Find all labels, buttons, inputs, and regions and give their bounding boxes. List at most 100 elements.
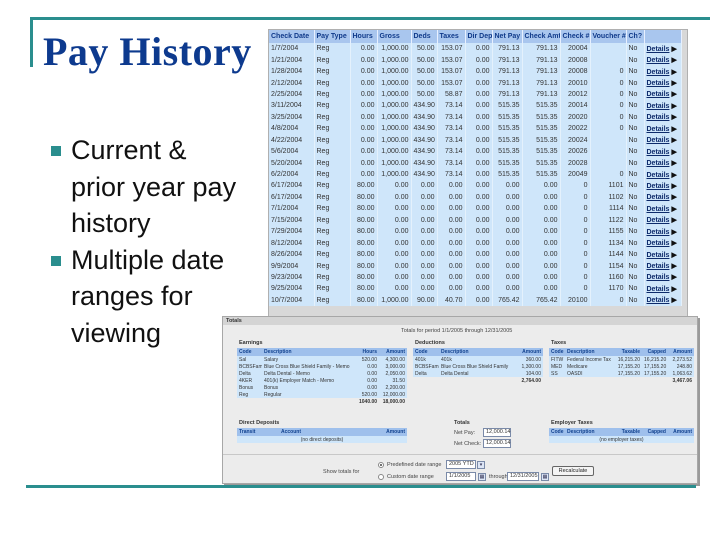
column-header: Code <box>549 428 565 436</box>
details-link[interactable]: Details ▶ <box>644 237 682 249</box>
details-link[interactable]: Details ▶ <box>644 111 682 124</box>
table-cell: 791.13 <box>522 65 561 78</box>
details-link[interactable]: Details ▶ <box>644 168 682 181</box>
table-cell: Reg <box>314 157 351 169</box>
table-cell: 1/7/2004 <box>269 43 315 55</box>
details-link-label[interactable]: Details <box>647 57 670 64</box>
details-link-label[interactable]: Details <box>647 114 670 121</box>
arrow-right-icon[interactable]: ▶ <box>671 148 676 156</box>
details-link[interactable]: Details ▶ <box>644 88 682 101</box>
details-link-label[interactable]: Details <box>647 206 670 213</box>
recalculate-button[interactable]: Recalculate <box>552 466 594 476</box>
details-link[interactable]: Details ▶ <box>644 260 682 272</box>
details-link-label[interactable]: Details <box>647 80 670 87</box>
arrow-right-icon[interactable]: ▶ <box>671 79 676 87</box>
details-link-label[interactable]: Details <box>647 183 670 190</box>
details-link[interactable]: Details ▶ <box>644 123 682 135</box>
arrow-right-icon[interactable]: ▶ <box>671 68 676 76</box>
arrow-right-icon[interactable]: ▶ <box>671 125 676 133</box>
details-link-label[interactable]: Details <box>647 217 670 224</box>
details-link[interactable]: Details ▶ <box>644 203 682 215</box>
earnings-table: Code Description Hours Amount Sal Salary 520.… <box>237 348 407 405</box>
table-cell: 360.00 <box>517 356 543 363</box>
table-cell: 765.42 <box>522 294 561 307</box>
calendar-icon[interactable]: ▦ <box>478 473 486 481</box>
details-link[interactable]: Details ▶ <box>644 134 682 146</box>
arrow-right-icon[interactable]: ▶ <box>671 273 676 281</box>
details-link[interactable]: Details ▶ <box>644 214 682 226</box>
details-link-label[interactable]: Details <box>647 297 670 304</box>
predefined-range-radio[interactable] <box>378 462 384 468</box>
details-link-label[interactable]: Details <box>647 69 670 76</box>
table-cell: 0.00 <box>350 100 378 112</box>
details-link-label[interactable]: Details <box>647 91 670 98</box>
details-link-label[interactable]: Details <box>647 149 670 156</box>
details-link[interactable]: Details ▶ <box>644 191 682 204</box>
details-link-label[interactable]: Details <box>647 274 670 281</box>
table-cell: 0.00 <box>411 180 438 192</box>
net-check-label: Net Check: <box>454 441 482 447</box>
arrow-right-icon[interactable]: ▶ <box>671 102 676 110</box>
predefined-range-select[interactable]: 2005 YTD <box>446 460 476 469</box>
table-cell: No <box>626 168 645 181</box>
table-cell: 0.00 <box>350 88 378 101</box>
arrow-right-icon[interactable]: ▶ <box>671 262 676 270</box>
table-cell: Reg <box>314 77 351 89</box>
details-link-label[interactable]: Details <box>647 172 670 179</box>
table-cell: 4/8/2004 <box>269 123 315 135</box>
details-link-label[interactable]: Details <box>647 160 670 167</box>
details-link-label[interactable]: Details <box>647 229 670 236</box>
table-row: 7/29/2004 Reg 80.00 0.00 0.00 0.00 0.00 0.00 0.0… <box>269 226 682 238</box>
arrow-right-icon[interactable]: ▶ <box>671 205 676 213</box>
calendar-icon[interactable]: ▦ <box>541 473 549 481</box>
arrow-right-icon[interactable]: ▶ <box>671 228 676 236</box>
details-link[interactable]: Details ▶ <box>644 100 682 112</box>
arrow-right-icon[interactable]: ▶ <box>671 113 676 121</box>
custom-range-radio[interactable] <box>378 474 384 480</box>
table-cell: 0 <box>560 203 591 215</box>
details-link[interactable]: Details ▶ <box>644 54 682 66</box>
details-link[interactable]: Details ▶ <box>644 145 682 158</box>
details-link-label[interactable]: Details <box>647 137 670 144</box>
details-link-label[interactable]: Details <box>647 46 670 53</box>
details-link[interactable]: Details ▶ <box>644 43 682 55</box>
details-link-label[interactable]: Details <box>647 194 670 201</box>
arrow-right-icon[interactable]: ▶ <box>671 285 676 293</box>
table-cell: 0.00 <box>350 65 378 78</box>
arrow-right-icon[interactable]: ▶ <box>671 45 676 53</box>
arrow-right-icon[interactable]: ▶ <box>671 90 676 98</box>
details-link-label[interactable]: Details <box>647 126 670 133</box>
from-date-input[interactable]: 1/1/2005 <box>446 472 476 481</box>
arrow-right-icon[interactable]: ▶ <box>671 239 676 247</box>
details-link-label[interactable]: Details <box>647 240 670 247</box>
details-link-label[interactable]: Details <box>647 263 670 270</box>
details-link-label[interactable]: Details <box>647 286 670 293</box>
arrow-right-icon[interactable]: ▶ <box>671 159 676 167</box>
details-link[interactable]: Details ▶ <box>644 294 682 307</box>
arrow-right-icon[interactable]: ▶ <box>671 193 676 201</box>
dropdown-arrow-icon[interactable]: ▾ <box>477 461 485 469</box>
arrow-right-icon[interactable]: ▶ <box>671 136 676 144</box>
details-link-label[interactable]: Details <box>647 252 670 259</box>
table-cell: 73.14 <box>437 111 466 124</box>
arrow-right-icon[interactable]: ▶ <box>671 182 676 190</box>
details-link[interactable]: Details ▶ <box>644 65 682 78</box>
arrow-right-icon[interactable]: ▶ <box>671 56 676 64</box>
arrow-right-icon[interactable]: ▶ <box>671 171 676 179</box>
column-header: Amount <box>343 428 407 436</box>
details-link[interactable]: Details ▶ <box>644 248 682 261</box>
table-cell: 0.00 <box>465 43 493 55</box>
details-link[interactable]: Details ▶ <box>644 283 682 295</box>
details-link[interactable]: Details ▶ <box>644 180 682 192</box>
table-row: 6/2/2004 Reg 0.00 1,000.00 434.90 73.14 0.00 51… <box>269 168 682 181</box>
table-cell: 80.00 <box>350 271 378 284</box>
details-link[interactable]: Details ▶ <box>644 157 682 169</box>
details-link[interactable]: Details ▶ <box>644 226 682 238</box>
arrow-right-icon[interactable]: ▶ <box>671 296 676 304</box>
arrow-right-icon[interactable]: ▶ <box>671 216 676 224</box>
details-link[interactable]: Details ▶ <box>644 271 682 284</box>
details-link-label[interactable]: Details <box>647 103 670 110</box>
details-link[interactable]: Details ▶ <box>644 77 682 89</box>
to-date-input[interactable]: 12/31/2005 <box>507 472 539 481</box>
arrow-right-icon[interactable]: ▶ <box>671 251 676 259</box>
